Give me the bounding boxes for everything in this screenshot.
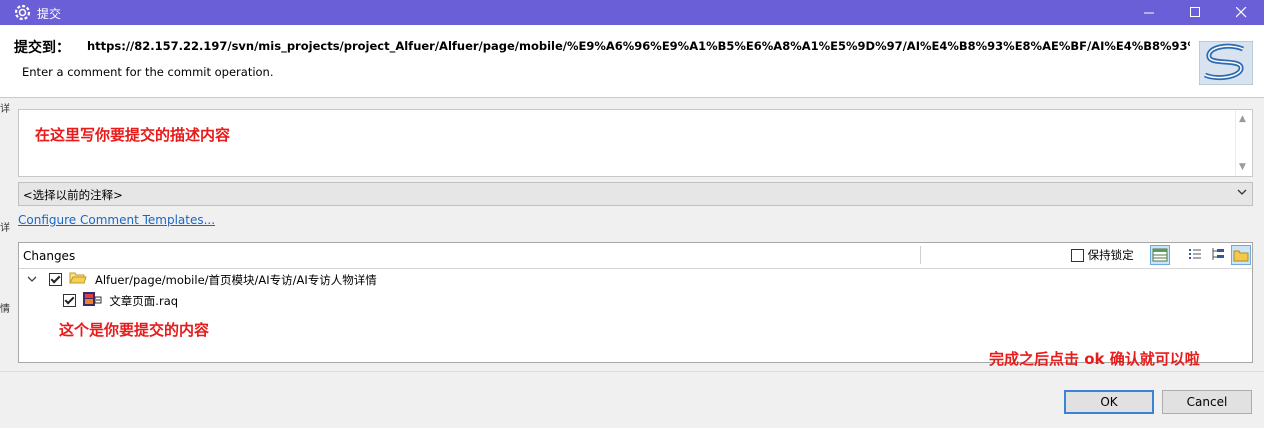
commit-url: https://82.157.22.197/svn/mis_projects/p… [87, 39, 1190, 53]
keep-locks-label: 保持锁定 [1087, 248, 1134, 262]
configure-templates-link[interactable]: Configure Comment Templates... [18, 213, 215, 227]
previous-comments-value: <选择以前的注释> [23, 188, 123, 202]
table-icon [1152, 248, 1168, 262]
tree-icon [1212, 248, 1224, 260]
minimize-icon [1143, 7, 1155, 22]
chevron-down-icon[interactable] [27, 273, 41, 287]
raq-file-icon [82, 292, 106, 310]
compressed-folders-button[interactable] [1231, 245, 1251, 265]
commit-to-label: 提交到： [14, 40, 70, 56]
close-button[interactable] [1218, 0, 1264, 25]
folder-icon [1233, 250, 1249, 262]
open-folder-icon [69, 272, 91, 288]
comment-textarea[interactable]: 在这里写你要提交的描述内容 ▲ ▼ [18, 109, 1253, 177]
flat-view-button[interactable] [1186, 245, 1206, 265]
dialog-header: 提交到： https://82.157.22.197/svn/mis_proje… [0, 25, 1264, 98]
changes-panel: Changes 保持锁定 Alfuer/page/mobile/首页模块/AI专… [18, 242, 1253, 363]
tree-row-folder[interactable]: Alfuer/page/mobile/首页模块/AI专访/AI专访人物详情 [27, 271, 377, 288]
tree-view-button[interactable] [1209, 245, 1229, 265]
file-checkbox[interactable] [63, 294, 76, 307]
gear-icon [14, 4, 31, 21]
show-unversioned-button[interactable] [1150, 245, 1170, 265]
list-icon [1189, 249, 1201, 259]
title-bar: 提交 [0, 0, 1264, 25]
cancel-button[interactable]: Cancel [1162, 390, 1252, 414]
window-title: 提交 [37, 7, 62, 21]
header-divider [920, 246, 921, 264]
chevron-down-icon [1236, 186, 1248, 201]
header-subtitle: Enter a comment for the commit operation… [22, 65, 274, 79]
background-text: 情 [0, 304, 10, 315]
comment-text: 在这里写你要提交的描述内容 [35, 126, 231, 144]
folder-label: Alfuer/page/mobile/首页模块/AI专访/AI专访人物详情 [94, 272, 377, 287]
button-bar-divider [0, 371, 1264, 372]
comment-scrollbar[interactable]: ▲ ▼ [1235, 110, 1252, 176]
minimize-button[interactable] [1126, 0, 1172, 25]
ok-annotation: 完成之后点击 ok 确认就可以啦 [989, 350, 1200, 368]
previous-comments-dropdown[interactable]: <选择以前的注释> [18, 182, 1253, 206]
background-text: 详 [0, 104, 10, 115]
maximize-button[interactable] [1172, 0, 1218, 25]
close-icon [1235, 6, 1247, 22]
file-label: 文章页面.raq [109, 293, 179, 308]
svn-logo-icon [1198, 40, 1254, 86]
background-text: 详 [0, 223, 10, 234]
changes-title: Changes [23, 249, 76, 263]
keep-locks-checkbox-box[interactable] [1071, 249, 1084, 262]
changes-annotation: 这个是你要提交的内容 [59, 321, 210, 339]
scroll-up-icon[interactable]: ▲ [1239, 114, 1246, 124]
folder-checkbox[interactable] [48, 273, 62, 286]
maximize-icon [1189, 7, 1201, 22]
scroll-down-icon[interactable]: ▼ [1239, 162, 1246, 172]
tree-row-file[interactable]: 文章页面.raq [63, 291, 178, 310]
changes-header: Changes 保持锁定 [19, 243, 1252, 269]
ok-button[interactable]: OK [1064, 390, 1154, 414]
keep-locks-checkbox[interactable]: 保持锁定 [1071, 247, 1134, 263]
